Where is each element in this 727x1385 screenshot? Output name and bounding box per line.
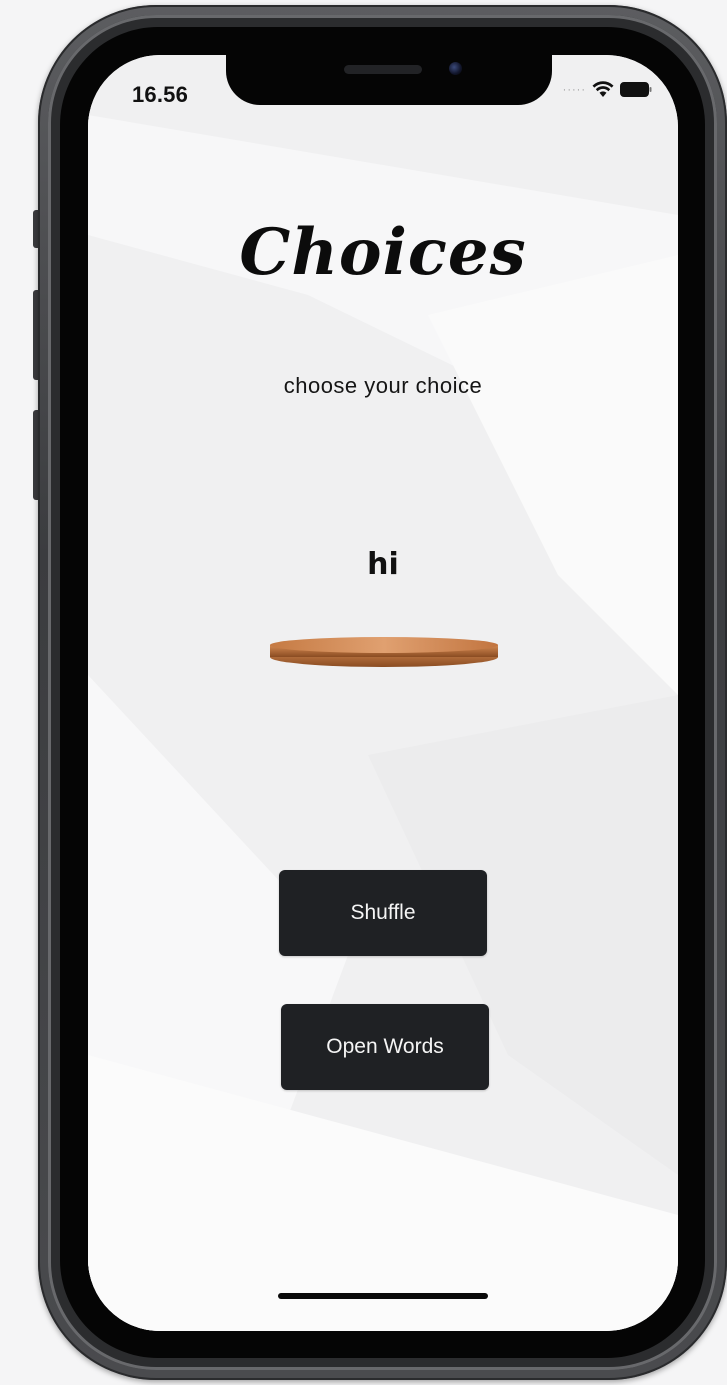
earpiece-speaker [344,65,422,74]
app-title: Choices [239,215,527,290]
wifi-icon [592,81,614,97]
app-subtitle: choose your choice [283,373,483,398]
front-camera-icon [449,62,462,75]
shuffle-button[interactable]: Shuffle [279,870,487,956]
app-screen: 16.56 ····· Choices choose your choice h… [88,55,678,1331]
home-indicator[interactable] [278,1293,488,1299]
device-stage: 16.56 ····· Choices choose your choice h… [0,0,727,1385]
status-time: 16.56 [132,82,189,107]
current-word: hi [367,547,399,582]
battery-icon [620,82,652,97]
cellular-dots-icon: ····· [562,83,586,96]
notch [226,55,552,105]
open-words-button[interactable]: Open Words [281,1004,489,1090]
status-indicators: ····· [563,81,652,98]
wooden-plate-icon [270,637,498,667]
